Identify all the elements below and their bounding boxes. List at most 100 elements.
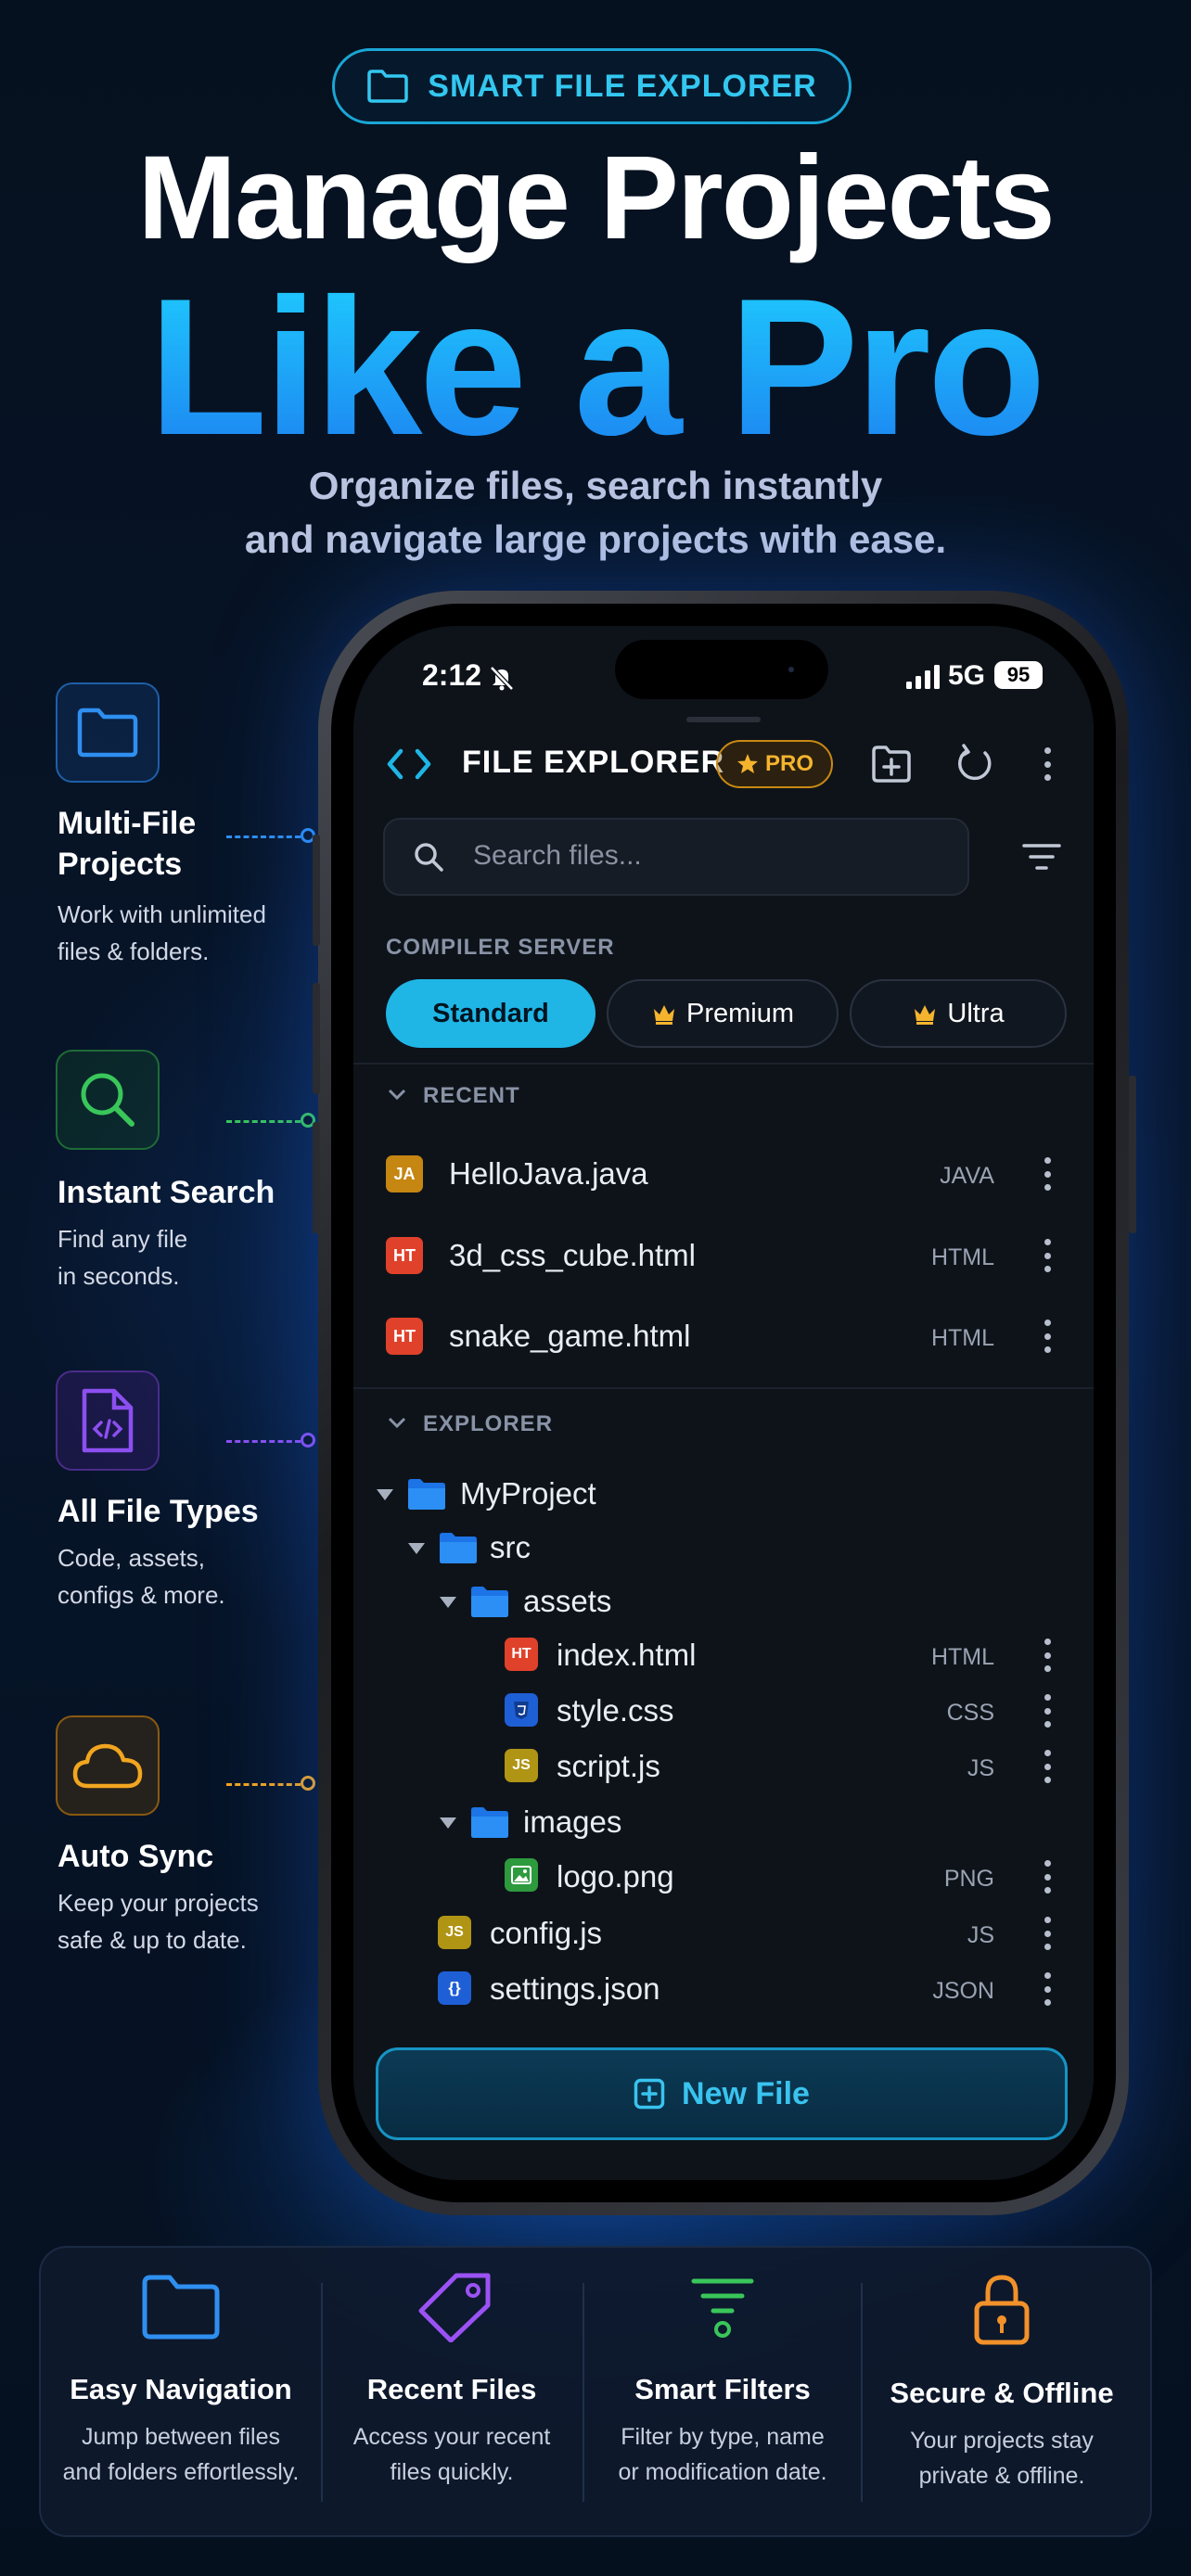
row-more-icon[interactable] — [1036, 1639, 1058, 1672]
dynamic-island — [615, 640, 828, 699]
recent-file-name[interactable]: HelloJava.java — [449, 1156, 648, 1192]
phone-power-button — [1129, 1076, 1136, 1233]
recent-file-name[interactable]: snake_game.html — [449, 1319, 690, 1354]
row-more-icon[interactable] — [1036, 1157, 1058, 1191]
recent-file-row[interactable]: HT — [386, 1318, 423, 1355]
feature-title-line: Projects — [58, 847, 183, 882]
row-more-icon[interactable] — [1036, 1750, 1058, 1783]
tree-folder-name[interactable]: src — [490, 1530, 531, 1565]
silent-bell-icon — [490, 666, 514, 691]
recent-file-type: JAVA — [940, 1163, 994, 1189]
code-brackets-icon[interactable] — [386, 747, 432, 781]
badge-label: SMART FILE EXPLORER — [428, 68, 817, 104]
card-desc-line: Jump between files — [81, 2424, 280, 2450]
connector-dot — [301, 1776, 315, 1791]
row-more-icon[interactable] — [1036, 1694, 1058, 1728]
chevron-down-icon[interactable] — [388, 1417, 406, 1430]
feature-desc-line: configs & more. — [58, 1581, 225, 1609]
feature-desc-line: Find any file — [58, 1225, 188, 1253]
search-input[interactable] — [473, 833, 955, 879]
folder-icon — [77, 708, 138, 758]
new-file-button[interactable]: New File — [376, 2047, 1068, 2140]
new-file-label: New File — [682, 2075, 810, 2111]
folder-icon — [408, 1479, 445, 1510]
connector-dot — [301, 1433, 315, 1447]
expand-caret-icon[interactable] — [408, 1543, 425, 1554]
network-label: 5G — [948, 660, 986, 691]
card-desc-line: Access your recent — [352, 2424, 551, 2450]
segment-label: Standard — [432, 998, 549, 1028]
refresh-icon[interactable] — [954, 744, 994, 784]
divider — [353, 1063, 1094, 1065]
instant-search-feature-title: Instant Search — [58, 1175, 275, 1210]
tree-file-name[interactable]: logo.png — [557, 1859, 674, 1894]
pro-badge[interactable]: PRO — [716, 740, 833, 788]
expand-caret-icon[interactable] — [440, 1597, 456, 1608]
row-more-icon[interactable] — [1036, 1239, 1058, 1272]
card-title: Secure & Offline — [890, 2377, 1114, 2409]
tree-folder-name[interactable]: assets — [523, 1584, 611, 1619]
tree-file-name[interactable]: settings.json — [490, 1971, 660, 2007]
compiler-option-standard[interactable]: Standard — [386, 979, 596, 1048]
card-desc-line: and folders effortlessly. — [62, 2459, 300, 2485]
html-file-icon: HT — [386, 1318, 423, 1355]
search-icon — [415, 843, 443, 872]
feature-desc-line: Keep your projects — [58, 1889, 259, 1917]
feature-connector — [226, 1783, 301, 1786]
tree-file-name[interactable]: index.html — [557, 1638, 696, 1673]
card-desc: Jump between files and folders effortles… — [46, 2419, 315, 2490]
add-square-icon — [634, 2078, 665, 2110]
segment-label: Ultra — [947, 998, 1005, 1028]
expand-caret-icon[interactable] — [440, 1817, 456, 1829]
segment-label: Premium — [685, 998, 794, 1028]
folder-icon — [142, 2275, 220, 2340]
recent-files-card: Recent Files Access your recent files qu… — [317, 2272, 586, 2490]
card-title: Smart Filters — [634, 2373, 811, 2405]
hero-subtitle-line-2: and navigate large projects with ease. — [244, 517, 947, 561]
recent-file-type: HTML — [930, 1325, 994, 1351]
tree-file-name[interactable]: script.js — [557, 1749, 660, 1784]
expand-caret-icon[interactable] — [377, 1489, 393, 1500]
filter-icon[interactable] — [1020, 838, 1063, 875]
html-file-icon: HT — [386, 1237, 423, 1274]
recent-file-name[interactable]: 3d_css_cube.html — [449, 1238, 696, 1273]
filter-icon — [691, 2278, 754, 2338]
new-folder-icon[interactable] — [870, 744, 913, 784]
feature-desc-line: Code, assets, — [58, 1544, 205, 1572]
multi-file-feature-icon — [56, 682, 160, 783]
hero-headline-accent: Like a Pro — [0, 255, 1191, 479]
tree-file-name[interactable]: config.js — [490, 1916, 602, 1951]
card-desc-line: or modification date. — [618, 2459, 827, 2485]
js-file-icon: JS — [438, 1916, 471, 1949]
feature-desc-line: Work with unlimited — [58, 900, 266, 928]
auto-sync-feature-title: Auto Sync — [58, 1839, 214, 1874]
row-more-icon[interactable] — [1036, 1917, 1058, 1950]
feature-connector — [226, 1440, 301, 1443]
more-menu-icon[interactable] — [1036, 747, 1058, 781]
row-more-icon[interactable] — [1036, 1972, 1058, 2006]
row-more-icon[interactable] — [1036, 1320, 1058, 1353]
html-file-icon: HT — [505, 1638, 538, 1671]
compiler-option-premium[interactable]: Premium — [607, 979, 839, 1048]
panel-divider — [861, 2283, 863, 2502]
tree-file-type: HTML — [930, 1644, 994, 1670]
java-file-icon: JA — [386, 1155, 423, 1192]
recent-file-row[interactable]: HT — [386, 1237, 423, 1274]
tree-file-name[interactable]: style.css — [557, 1693, 674, 1728]
hero-subtitle: Organize files, search instantly and nav… — [0, 459, 1191, 567]
explorer-section-label: EXPLORER — [423, 1411, 554, 1436]
folder-icon — [471, 1807, 508, 1838]
signal-icon — [906, 665, 940, 689]
auto-sync-feature-desc: Keep your projects safe & up to date. — [58, 1884, 259, 1958]
compiler-option-ultra[interactable]: Ultra — [850, 979, 1067, 1048]
folder-icon — [471, 1587, 508, 1617]
row-more-icon[interactable] — [1036, 1860, 1058, 1894]
recent-file-row[interactable]: JA — [386, 1155, 423, 1192]
recent-section-label: RECENT — [423, 1083, 520, 1108]
chevron-down-icon[interactable] — [388, 1089, 406, 1102]
code-file-icon — [82, 1388, 134, 1453]
tree-folder-name[interactable]: MyProject — [460, 1476, 596, 1511]
tree-file-type: CSS — [946, 1700, 994, 1726]
auto-sync-feature-icon — [56, 1715, 160, 1816]
tree-folder-name[interactable]: images — [523, 1804, 621, 1840]
